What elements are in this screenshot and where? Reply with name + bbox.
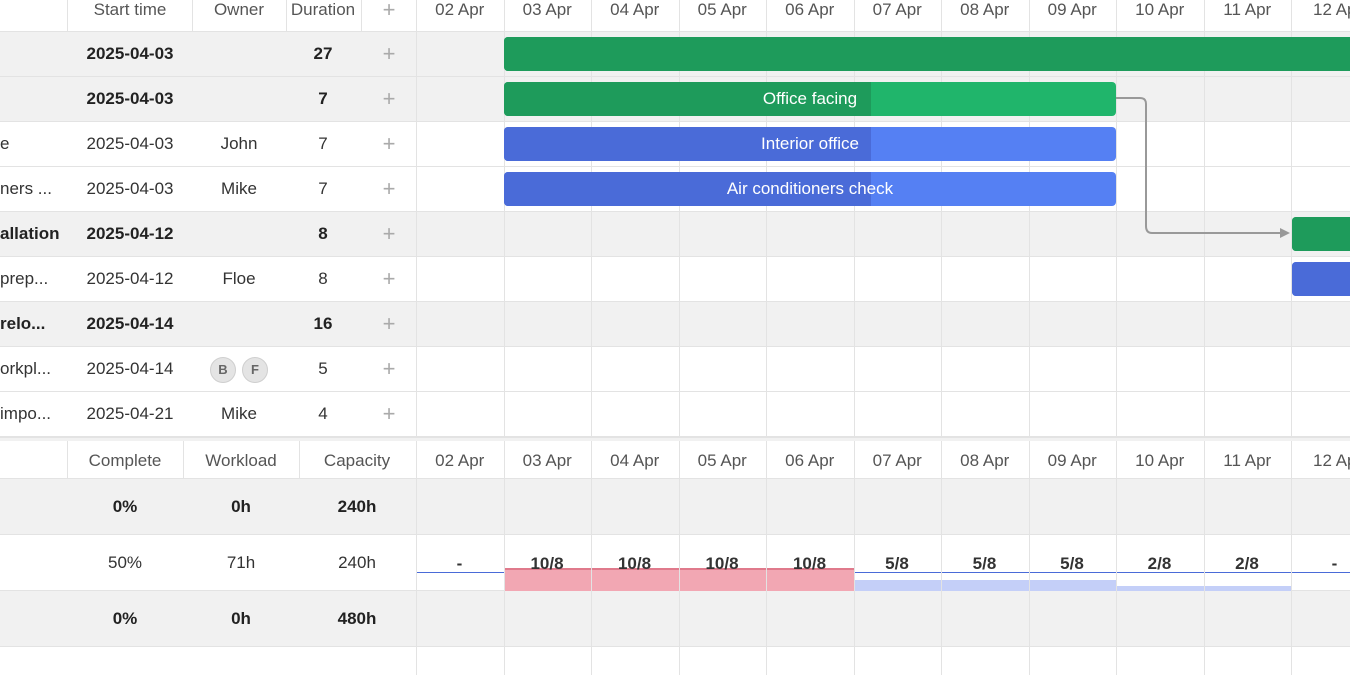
resource-capacity: 240h <box>338 553 376 572</box>
resource-row[interactable]: 0% 0h 240h <box>0 479 1350 535</box>
workload-cell: - <box>1331 554 1338 573</box>
underload-block-1 <box>854 580 1116 591</box>
resource-workload: 0h <box>231 609 251 628</box>
workload-cell: 10/8 <box>617 554 652 573</box>
workload-cell: 5/8 <box>1060 554 1084 573</box>
workload-cell: 5/8 <box>885 554 909 573</box>
workload-cell: 2/8 <box>1147 554 1172 573</box>
resource-complete: 0% <box>112 497 138 516</box>
resource-workload: 0h <box>231 497 251 516</box>
resource-complete: 50% <box>107 553 143 572</box>
resource-row[interactable]: 0% 0h 480h <box>0 591 1350 647</box>
resource-capacity: 480h <box>337 609 377 628</box>
workload-cell: 10/8 <box>530 554 564 573</box>
workload-cell: 5/8 <box>972 554 997 573</box>
resource-workload: 71h <box>226 553 256 572</box>
resource-complete: 0% <box>112 609 138 628</box>
workload-cell: 2/8 <box>1235 554 1259 573</box>
resource-header: Complete Workload Capacity 02 Apr 03 Apr 0… <box>0 441 1350 479</box>
workload-cell: 10/8 <box>705 554 739 573</box>
resource-capacity: 240h <box>337 497 377 516</box>
workload-cell: - <box>456 554 463 573</box>
workload-cell: 10/8 <box>792 554 827 573</box>
